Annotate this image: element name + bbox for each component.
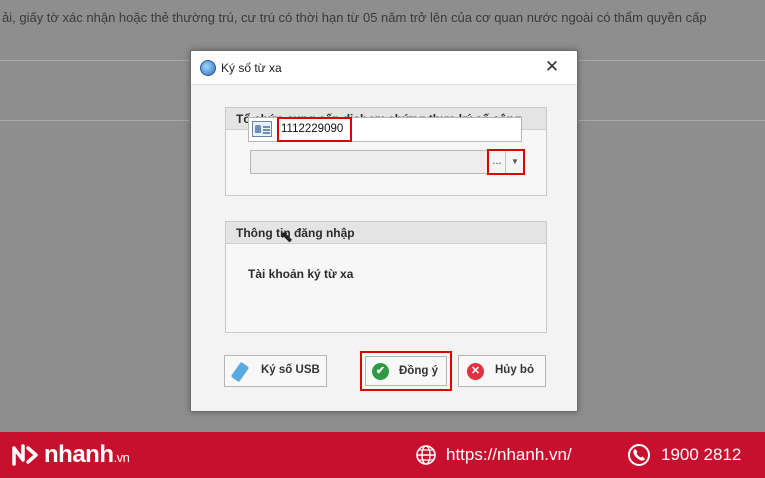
brand-logo: nhanh.vn — [44, 441, 130, 469]
id-card-icon — [252, 121, 272, 137]
cancel-label: Hủy bỏ — [495, 364, 534, 376]
app-globe-icon — [200, 60, 216, 76]
mouse-pointer-icon: ⬉ — [280, 229, 294, 246]
login-group: Thông tin đăng nhập Tài khoản ký từ xa — [225, 221, 547, 333]
usb-icon — [230, 361, 250, 383]
provider-select-buttons: ... ▼ — [487, 149, 525, 175]
provider-select-field[interactable] — [251, 151, 487, 173]
account-input[interactable]: 1112229090 — [248, 117, 522, 142]
chevron-down-icon[interactable]: ▼ — [507, 151, 523, 173]
check-icon: ✔ — [372, 363, 389, 380]
phone-icon — [628, 444, 650, 466]
ok-button[interactable]: ✔ Đồng ý — [360, 351, 452, 391]
account-value[interactable]: 1112229090 — [277, 117, 352, 142]
browse-button[interactable]: ... — [489, 151, 506, 173]
brand-suffix: .vn — [113, 450, 130, 465]
ok-button-inner: ✔ Đồng ý — [365, 356, 447, 386]
remote-sign-dialog: Ký số từ xa ✕ Tổ chức cung cấp dịch vụ c… — [190, 50, 578, 412]
login-group-header: Thông tin đăng nhập — [226, 222, 546, 244]
dialog-title: Ký số từ xa — [221, 61, 282, 75]
nhanh-logo-icon — [12, 444, 38, 466]
hotline[interactable]: 1900 2812 — [661, 445, 741, 465]
ok-label: Đồng ý — [399, 365, 438, 377]
footer-banner: nhanh.vn https://nhanh.vn/ 1900 2812 — [0, 432, 765, 478]
cancel-button[interactable]: ✕ Hủy bỏ — [458, 355, 546, 387]
background-text: ải, giấy tờ xác nhận hoặc thẻ thường trú… — [2, 10, 707, 25]
dialog-titlebar: Ký số từ xa ✕ — [191, 51, 577, 85]
brand-name: nhanh — [44, 441, 114, 468]
usb-sign-label: Ký số USB — [261, 364, 320, 376]
usb-sign-button[interactable]: Ký số USB — [224, 355, 327, 387]
close-icon[interactable]: ✕ — [543, 58, 561, 76]
cancel-icon: ✕ — [467, 363, 484, 380]
provider-select[interactable]: ... ▼ — [250, 149, 525, 175]
globe-icon — [416, 445, 436, 465]
website-link[interactable]: https://nhanh.vn/ — [446, 445, 572, 465]
account-label: Tài khoản ký từ xa — [248, 267, 354, 281]
